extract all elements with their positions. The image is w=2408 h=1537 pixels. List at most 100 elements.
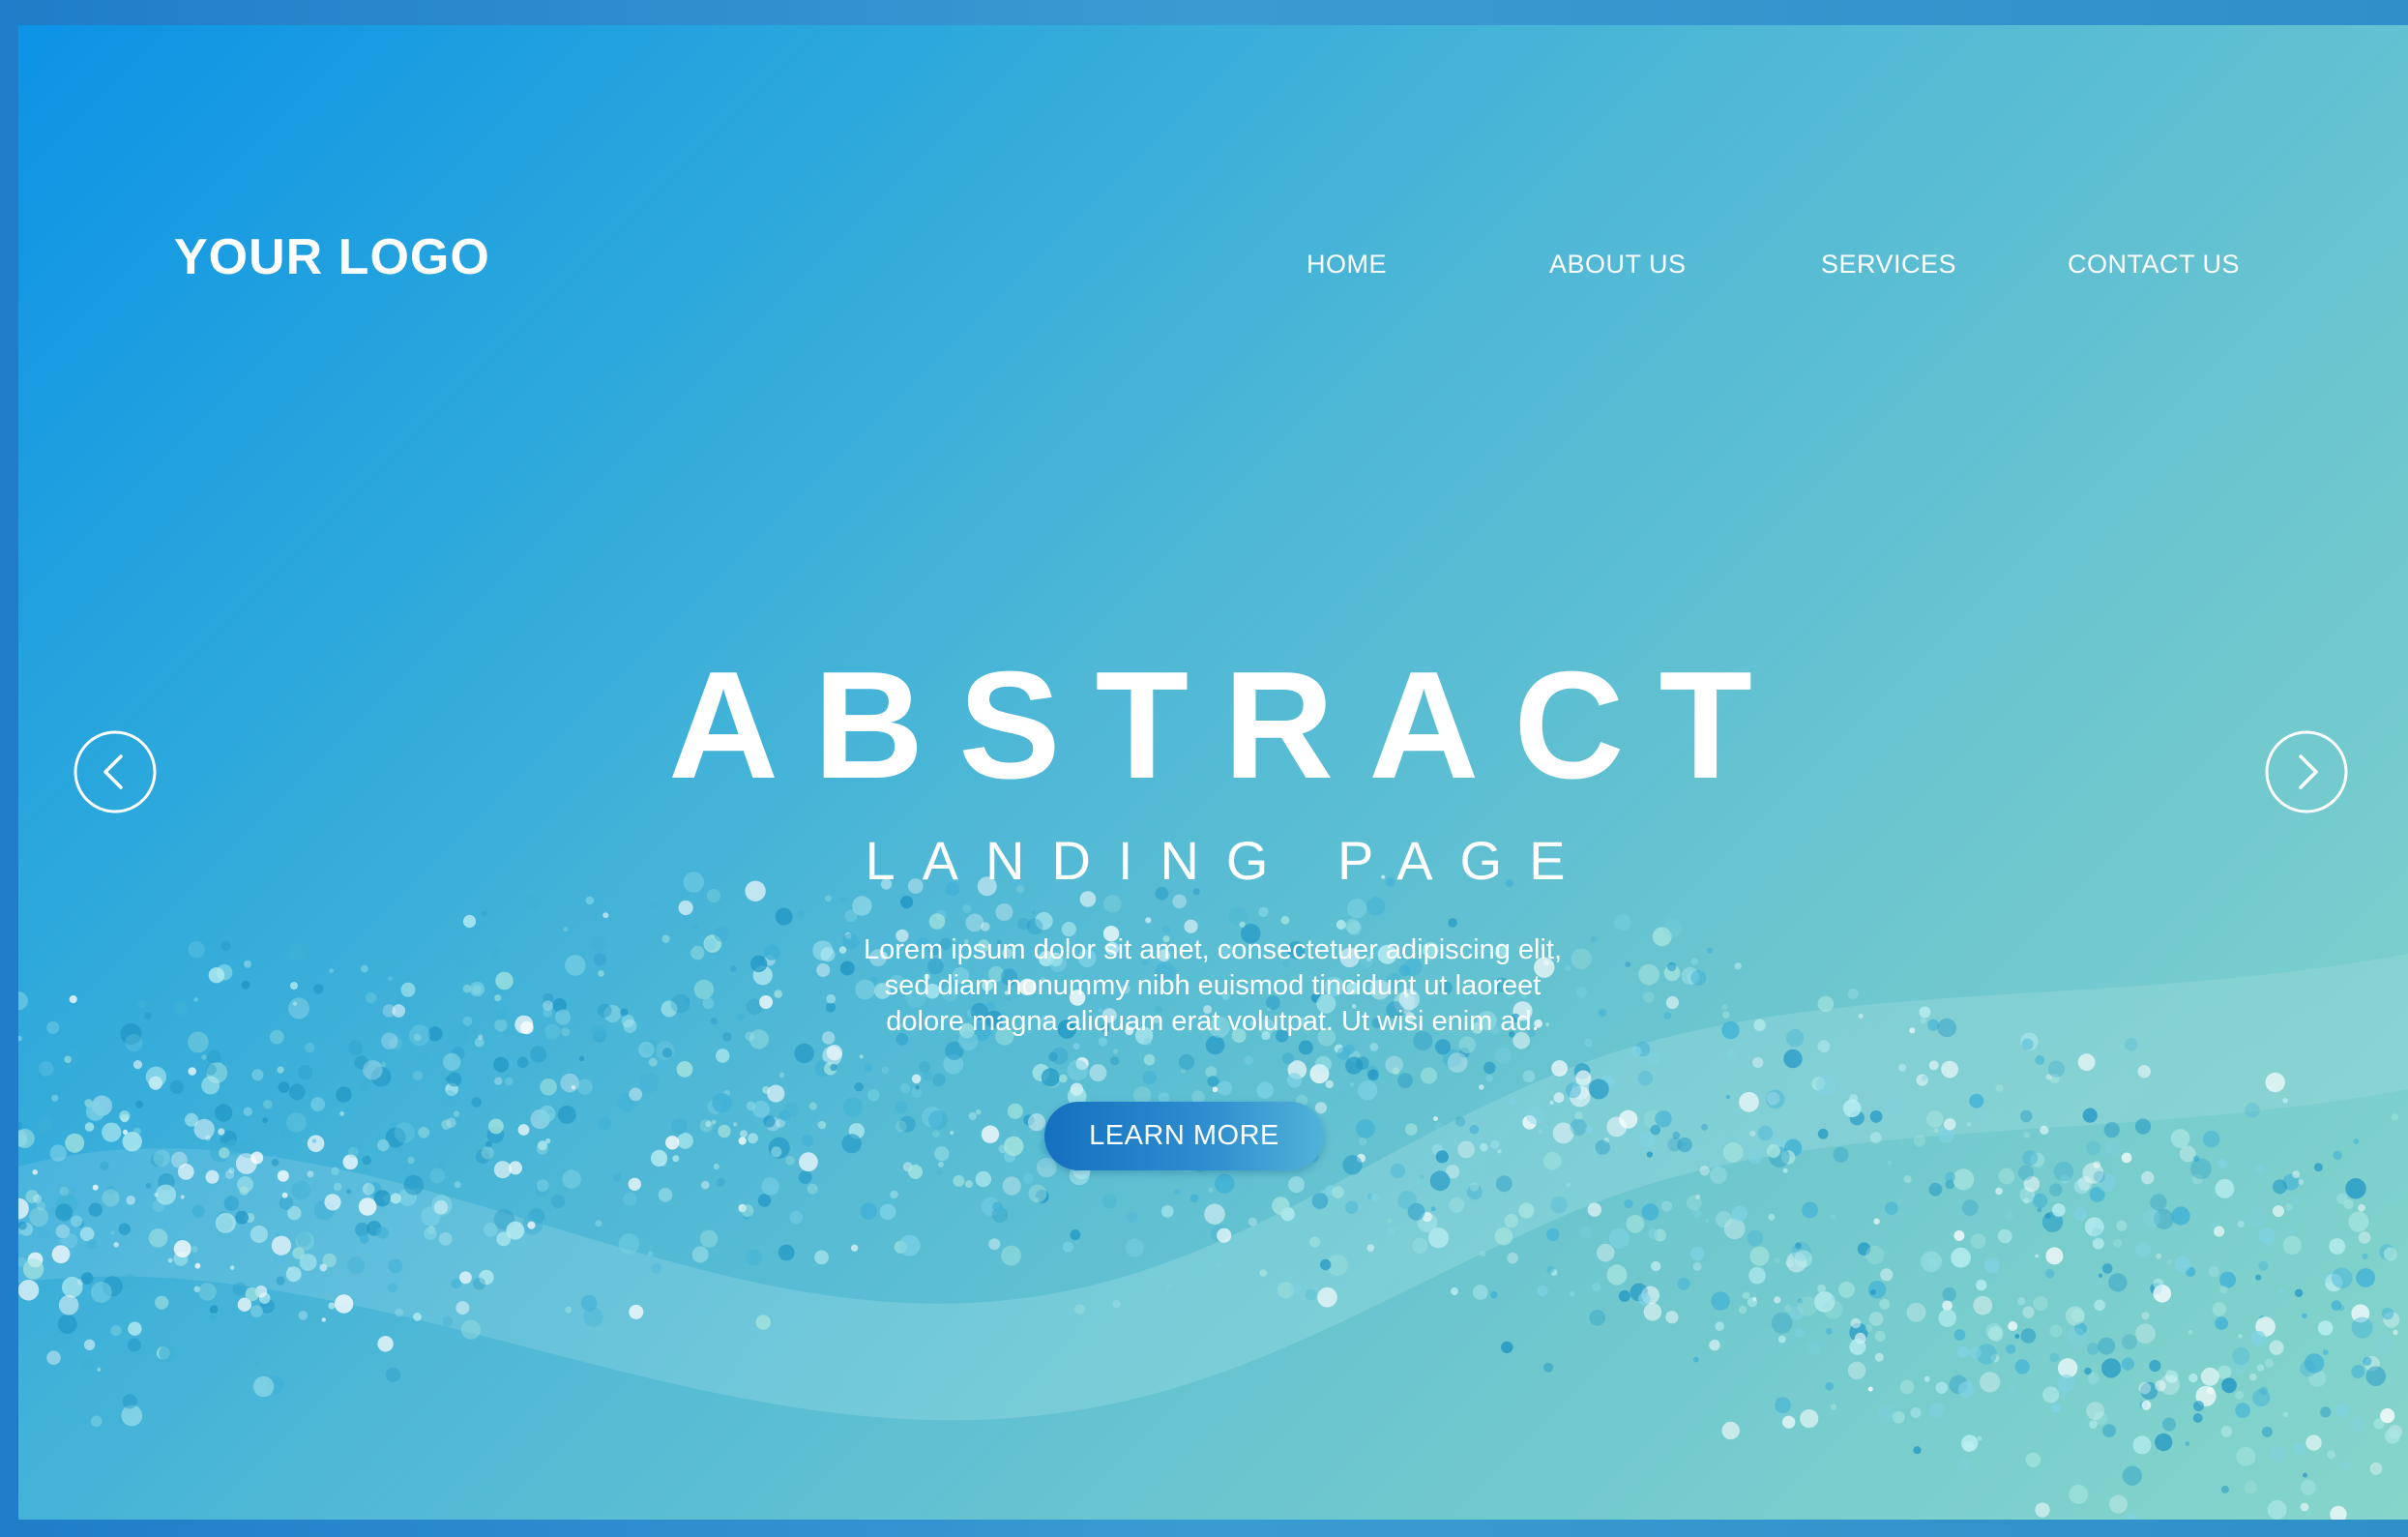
- particle-dot: [208, 967, 225, 984]
- particle-dot: [471, 1097, 483, 1108]
- hero-title: ABSTRACT: [668, 640, 1787, 811]
- particle-dot: [2022, 1150, 2039, 1166]
- particle-dot: [676, 1061, 693, 1078]
- particle-dot: [1259, 1269, 1268, 1277]
- particle-dot: [551, 1195, 566, 1209]
- particle-dot: [2014, 1359, 2030, 1374]
- particle-dot: [137, 999, 147, 1009]
- particle-dot: [209, 1305, 219, 1315]
- particle-dot: [761, 1177, 779, 1196]
- particle-dot: [712, 1092, 732, 1113]
- particle-dot: [1825, 1381, 1835, 1391]
- particle-dot: [2303, 1472, 2307, 1478]
- nav-about-us[interactable]: ABOUT US: [1549, 250, 1687, 280]
- particle-dot: [319, 1263, 328, 1272]
- nav-contact-us[interactable]: CONTACT US: [2068, 250, 2240, 280]
- particle-dot: [2049, 1183, 2063, 1197]
- particle-dot: [224, 1169, 235, 1180]
- particle-dot: [1624, 1199, 1633, 1209]
- particle-dot: [1785, 1028, 1805, 1048]
- nav-home[interactable]: HOME: [1307, 250, 1387, 280]
- particle-dot: [100, 1161, 109, 1171]
- particle-dot: [2265, 1072, 2285, 1093]
- particle-dot: [298, 1311, 308, 1320]
- particle-dot: [1985, 1322, 2003, 1341]
- particle-dot: [1336, 920, 1346, 930]
- particle-dot: [1349, 1082, 1355, 1087]
- particle-dot: [2101, 1358, 2122, 1378]
- particle-dot: [1595, 1139, 1610, 1155]
- particle-dot: [623, 1192, 637, 1206]
- particle-dot: [2298, 1179, 2305, 1185]
- particle-dot: [2121, 1152, 2132, 1164]
- particle-dot: [623, 1019, 637, 1033]
- particle-dot: [1469, 1182, 1480, 1192]
- particle-dot: [2220, 1485, 2229, 1493]
- particle-dot: [691, 923, 699, 931]
- carousel-prev-button[interactable]: [73, 730, 157, 813]
- nav-services[interactable]: SERVICES: [1821, 250, 1956, 280]
- particle-dot: [2035, 1055, 2045, 1065]
- particle-dot: [1731, 1205, 1747, 1223]
- particle-dot: [262, 1117, 269, 1124]
- particle-dot: [80, 1272, 94, 1285]
- particle-dot: [307, 1170, 314, 1178]
- particle-dot: [2235, 1403, 2251, 1418]
- particle-dot: [1690, 1246, 1705, 1261]
- particle-dot: [1734, 962, 1742, 970]
- particle-dot: [2362, 1253, 2368, 1260]
- particle-dot: [41, 1098, 45, 1103]
- particle-dot: [2217, 1158, 2227, 1168]
- particle-dot: [1928, 1182, 1943, 1197]
- particle-dot: [451, 1278, 462, 1289]
- particle-dot: [84, 1122, 95, 1132]
- particle-dot: [1838, 1281, 1855, 1298]
- particle-dot: [2219, 1271, 2237, 1288]
- particle-dot: [784, 1103, 800, 1117]
- particle-dot: [2104, 1139, 2122, 1156]
- particle-dot: [1434, 1039, 1452, 1055]
- particle-dot: [950, 1130, 954, 1136]
- particle-dot: [648, 902, 657, 909]
- particle-dot: [1035, 1197, 1040, 1202]
- particle-dot: [493, 1056, 510, 1073]
- logo[interactable]: YOUR LOGO: [174, 228, 490, 286]
- particle-dot: [2109, 1494, 2128, 1514]
- particle-dot: [2098, 1273, 2103, 1278]
- particle-dot: [1472, 1285, 1488, 1300]
- particle-dot: [2033, 1295, 2048, 1312]
- particle-dot: [638, 1072, 660, 1094]
- particle-dot: [455, 1301, 470, 1315]
- particle-dot: [714, 926, 730, 942]
- particle-dot: [2300, 1502, 2309, 1512]
- particle-dot: [407, 1156, 415, 1165]
- carousel-next-button[interactable]: [2265, 730, 2348, 813]
- particle-dot: [32, 1169, 38, 1175]
- particle-dot: [536, 1142, 548, 1155]
- particle-dot: [254, 1361, 259, 1366]
- learn-more-button[interactable]: LEARN MORE: [1044, 1102, 1324, 1170]
- particle-dot: [229, 1265, 235, 1270]
- particle-dot: [424, 1227, 437, 1240]
- particle-dot: [126, 1196, 135, 1205]
- particle-dot: [495, 971, 514, 990]
- particle-dot: [481, 910, 487, 917]
- particle-dot: [2025, 1452, 2041, 1468]
- particle-dot: [2008, 1321, 2018, 1331]
- particle-dot: [629, 1304, 644, 1319]
- particle-dot: [583, 1307, 603, 1327]
- particle-dot: [251, 1069, 264, 1081]
- particle-dot: [55, 1203, 73, 1222]
- particle-dot: [544, 1023, 561, 1040]
- particle-dot: [1699, 1166, 1710, 1176]
- particle-dot: [307, 1135, 325, 1153]
- particle-dot: [2236, 1446, 2256, 1466]
- particle-dot: [244, 960, 251, 968]
- particle-dot: [2211, 1222, 2217, 1227]
- landing-page: YOUR LOGO HOME ABOUT US SERVICES CONTACT…: [18, 25, 2408, 1520]
- particle-dot: [1970, 1233, 1986, 1249]
- particle-dot: [1874, 1330, 1886, 1342]
- particle-dot: [1387, 1227, 1395, 1236]
- particle-dot: [65, 1133, 85, 1153]
- particle-dot: [629, 1087, 643, 1102]
